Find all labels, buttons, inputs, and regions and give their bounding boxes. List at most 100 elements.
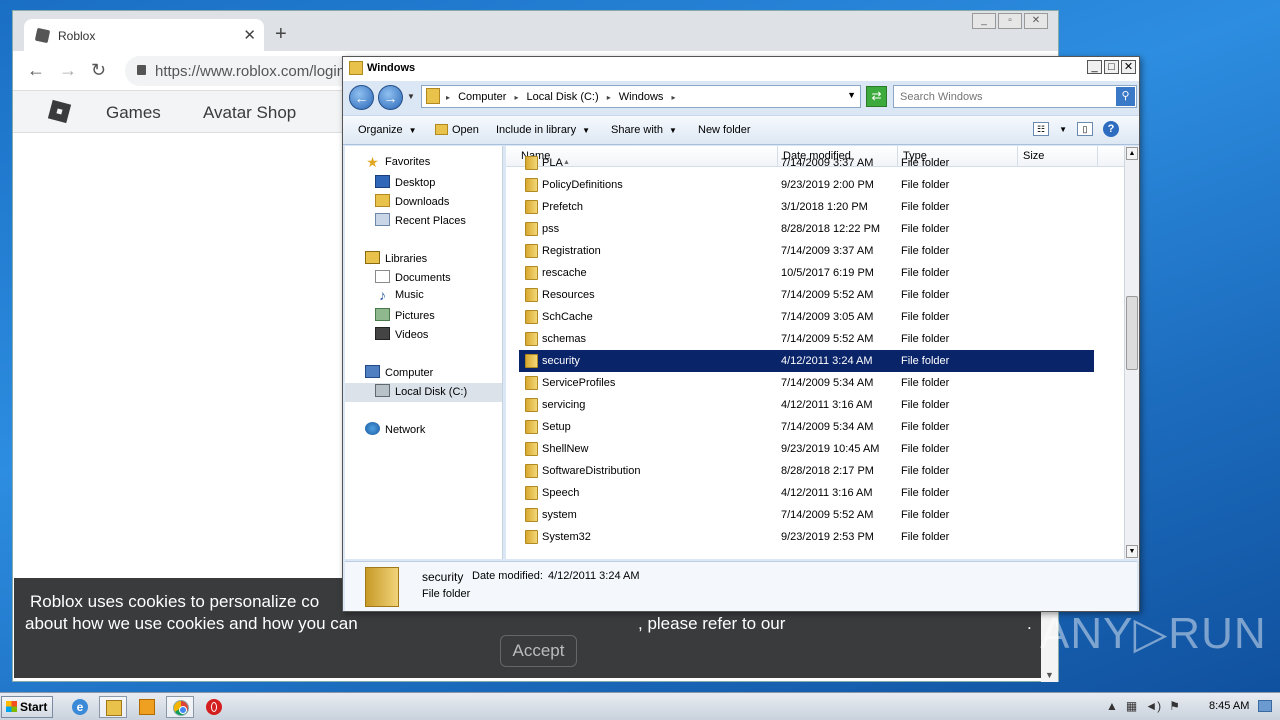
scroll-up-arrow-icon[interactable]: ▲ [1126, 147, 1138, 160]
nav-documents[interactable]: Documents [375, 270, 451, 289]
file-type: File folder [901, 465, 950, 477]
breadcrumb-windows[interactable]: Windows [619, 91, 664, 103]
explorer-titlebar[interactable]: Windows _ □ ✕ [343, 57, 1139, 81]
scroll-down-arrow-icon[interactable]: ▼ [1045, 670, 1054, 680]
file-name: Speech [542, 487, 580, 499]
clock[interactable]: 8:45 AM [1209, 700, 1249, 712]
file-row[interactable]: system 7/14/2009 5:52 AM File folder [519, 504, 1094, 526]
details-name: security [422, 570, 464, 584]
taskbar-ie[interactable]: e [66, 696, 94, 718]
action-center-flag-icon[interactable]: ⚑ [1169, 699, 1180, 713]
new-tab-button[interactable]: + [275, 24, 287, 44]
file-date-modified: 4/12/2011 3:16 AM [781, 399, 873, 411]
nav-recent-places[interactable]: Recent Places [375, 213, 466, 232]
nav-videos[interactable]: Videos [375, 327, 428, 346]
search-icon[interactable]: ⚲ [1116, 87, 1135, 106]
folder-icon [525, 310, 538, 324]
minimize-button[interactable]: _ [1087, 60, 1102, 74]
search-input[interactable] [900, 89, 1108, 104]
close-button[interactable]: ✕ [1121, 60, 1136, 74]
breadcrumb-local-disk[interactable]: Local Disk (C:) [527, 91, 599, 103]
organize-button[interactable]: Organize ▼ [358, 124, 417, 136]
speaker-icon[interactable]: ◄) [1145, 699, 1161, 713]
nav-local-disk[interactable]: Local Disk (C:) [345, 383, 502, 402]
taskbar-chrome[interactable] [166, 696, 194, 718]
network-tray-icon[interactable]: ▦ [1126, 699, 1137, 713]
roblox-logo-icon[interactable] [47, 99, 72, 124]
nav-desktop[interactable]: Desktop [375, 175, 435, 194]
local-disk-icon [375, 384, 390, 397]
show-hidden-icons-chevron-up-icon[interactable]: ▲ [1106, 699, 1118, 713]
change-view-icon[interactable]: ☷ [1033, 122, 1050, 136]
browser-tab[interactable]: Roblox ✕ [24, 19, 264, 51]
include-in-library-button[interactable]: Include in library ▼ [496, 124, 590, 136]
cookie-accept-button[interactable]: Accept [500, 635, 577, 667]
file-row[interactable]: Registration 7/14/2009 3:37 AM File folder [519, 240, 1094, 262]
minimize-button[interactable]: _ [972, 13, 996, 29]
file-row[interactable]: ServiceProfiles 7/14/2009 5:34 AM File fol… [519, 372, 1094, 394]
breadcrumb: ▸ Computer ▸ Local Disk (C:) ▸ Windows ▸ [446, 91, 676, 103]
file-row[interactable]: Speech 4/12/2011 3:16 AM File folder [519, 482, 1094, 504]
file-row[interactable]: PLA 7/14/2009 3:37 AM File folder [519, 152, 1094, 174]
nav-avatar-shop-link[interactable]: Avatar Shop [203, 103, 296, 123]
taskbar-media-player[interactable] [133, 696, 161, 718]
folder-icon [525, 354, 538, 368]
file-date-modified: 7/14/2009 3:37 AM [781, 245, 874, 257]
taskbar-opera[interactable] [200, 696, 228, 718]
file-name: servicing [542, 399, 586, 411]
file-type: File folder [901, 487, 950, 499]
nav-games-link[interactable]: Games [106, 103, 161, 123]
file-row-selected[interactable]: security 4/12/2011 3:24 AM File folder [519, 350, 1094, 372]
breadcrumb-computer[interactable]: Computer [458, 91, 506, 103]
reload-icon[interactable]: ↻ [91, 61, 106, 79]
file-row[interactable]: ShellNew 9/23/2019 10:45 AM File folder [519, 438, 1094, 460]
nav-network[interactable]: Network [365, 422, 425, 441]
file-row[interactable]: PolicyDefinitions 9/23/2019 2:00 PM File f… [519, 174, 1094, 196]
close-button[interactable]: ✕ [1024, 13, 1048, 29]
refresh-button[interactable]: ⇄ [866, 86, 887, 107]
view-options-chevron-down-icon[interactable]: ▼ [1059, 125, 1067, 134]
nav-downloads[interactable]: Downloads [375, 194, 449, 213]
tab-strip: Roblox ✕ + _ ▫ ✕ [13, 11, 1058, 51]
preview-pane-icon[interactable]: ▯ [1077, 122, 1093, 136]
nav-favorites[interactable]: ★ Favorites [365, 155, 430, 175]
network-icon [365, 422, 380, 435]
maximize-button[interactable]: ▫ [998, 13, 1022, 29]
nav-computer[interactable]: Computer [365, 365, 433, 384]
start-button[interactable]: Start [1, 696, 53, 718]
back-button[interactable]: ← [349, 85, 374, 110]
file-list-scrollbar[interactable]: ▲ ▼ [1124, 146, 1139, 559]
taskbar-explorer[interactable] [99, 696, 127, 718]
show-desktop-icon[interactable] [1258, 700, 1272, 712]
file-row[interactable]: Setup 7/14/2009 5:34 AM File folder [519, 416, 1094, 438]
address-history-chevron-down-icon[interactable]: ▼ [847, 90, 856, 100]
file-row[interactable]: SoftwareDistribution 8/28/2018 2:17 PM Fil… [519, 460, 1094, 482]
explorer-address-bar[interactable]: ▸ Computer ▸ Local Disk (C:) ▸ Windows ▸… [421, 85, 861, 108]
maximize-button[interactable]: □ [1104, 60, 1119, 74]
file-row[interactable]: SchCache 7/14/2009 3:05 AM File folder [519, 306, 1094, 328]
scroll-down-arrow-icon[interactable]: ▼ [1126, 545, 1138, 558]
back-arrow-icon[interactable]: ← [27, 61, 45, 79]
share-with-button[interactable]: Share with ▼ [611, 124, 677, 136]
forward-arrow-icon[interactable]: → [59, 61, 77, 79]
open-button[interactable]: Open [435, 124, 479, 136]
file-row[interactable]: pss 8/28/2018 12:22 PM File folder [519, 218, 1094, 240]
recent-pages-chevron-down-icon[interactable]: ▼ [407, 92, 415, 101]
help-icon[interactable]: ? [1103, 121, 1119, 137]
tab-close-icon[interactable]: ✕ [243, 26, 256, 44]
new-folder-button[interactable]: New folder [698, 124, 751, 136]
file-name: Prefetch [542, 201, 583, 213]
file-row[interactable]: Resources 7/14/2009 5:52 AM File folder [519, 284, 1094, 306]
search-box[interactable]: ⚲ [893, 85, 1137, 108]
nav-pictures[interactable]: Pictures [375, 308, 435, 327]
file-date-modified: 9/23/2019 10:45 AM [781, 443, 880, 455]
nav-libraries[interactable]: Libraries [365, 251, 427, 270]
file-row[interactable]: servicing 4/12/2011 3:16 AM File folder [519, 394, 1094, 416]
file-row[interactable]: rescache 10/5/2017 6:19 PM File folder [519, 262, 1094, 284]
nav-music[interactable]: ♪ Music [375, 288, 424, 308]
file-row[interactable]: System32 9/23/2019 2:53 PM File folder [519, 526, 1094, 548]
scrollbar-thumb[interactable] [1126, 296, 1138, 370]
file-row[interactable]: Prefetch 3/1/2018 1:20 PM File folder [519, 196, 1094, 218]
file-row[interactable]: schemas 7/14/2009 5:52 AM File folder [519, 328, 1094, 350]
forward-button[interactable]: → [378, 85, 403, 110]
